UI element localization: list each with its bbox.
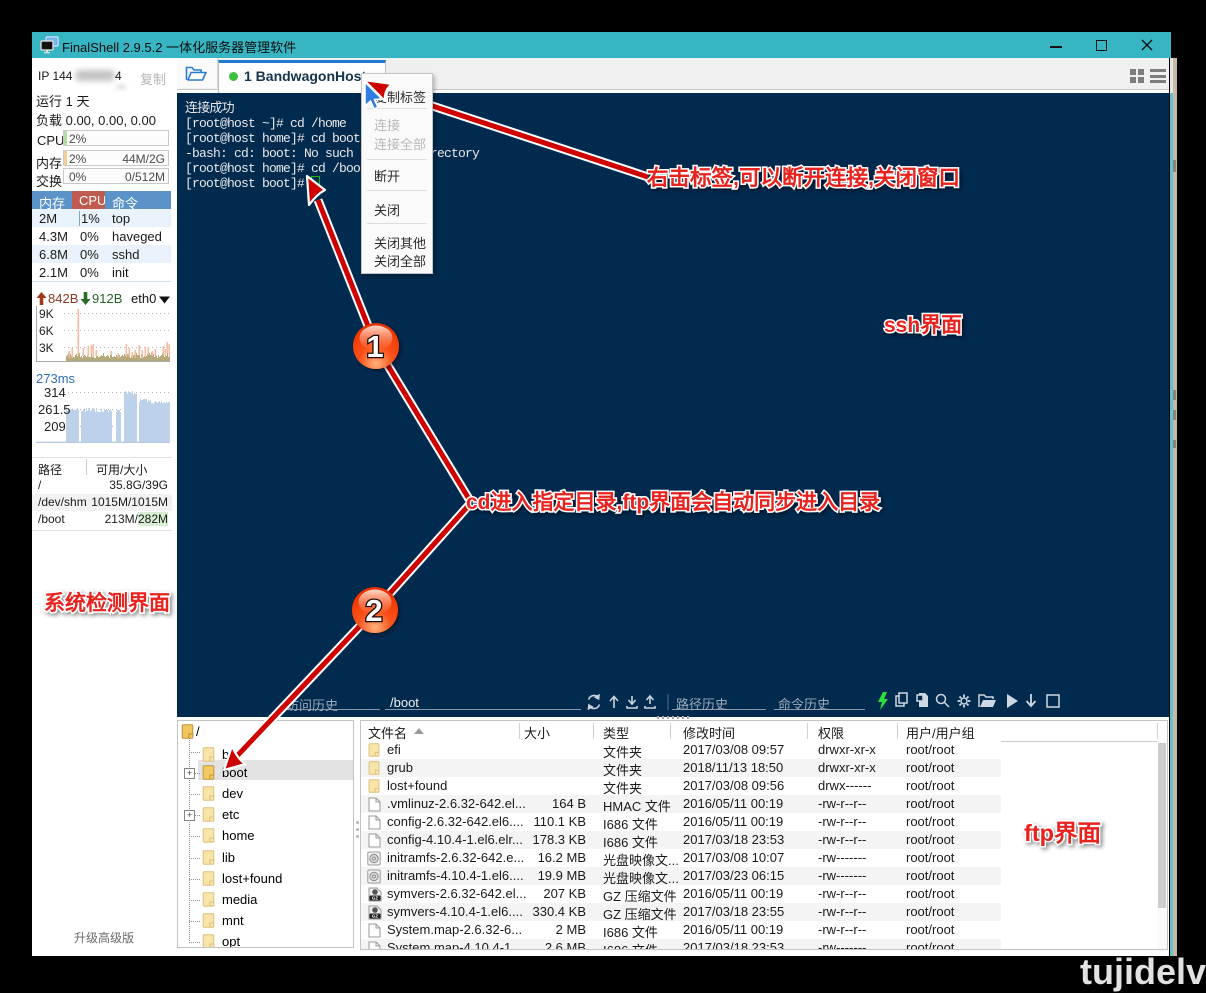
- svg-text:GZ: GZ: [372, 914, 379, 919]
- svg-text:6K: 6K: [39, 324, 54, 338]
- svg-text:9K: 9K: [39, 307, 54, 321]
- svg-text:GZ: GZ: [372, 896, 379, 901]
- svg-text:209: 209: [44, 419, 66, 434]
- svg-text:261.5: 261.5: [38, 402, 71, 417]
- svg-text:314: 314: [44, 386, 66, 400]
- svg-text:3K: 3K: [39, 341, 54, 355]
